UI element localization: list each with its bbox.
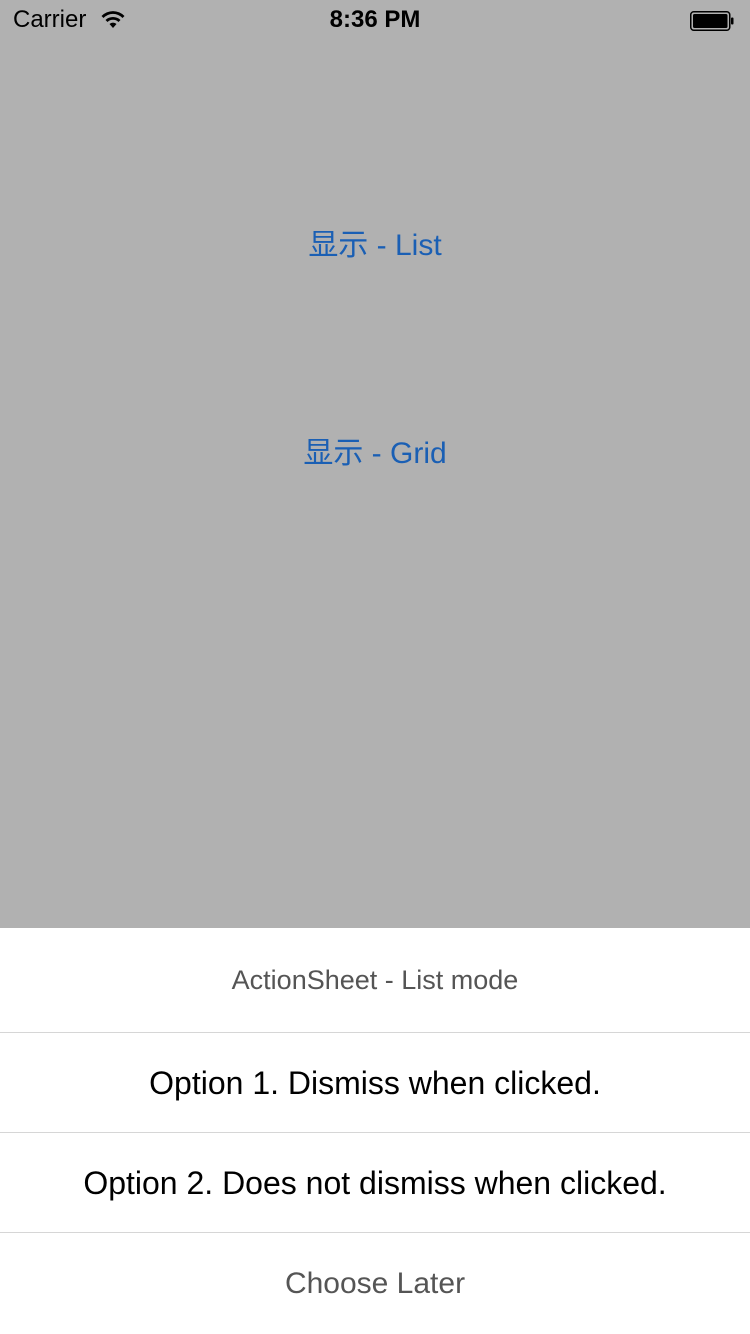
status-bar: Carrier 8:36 PM: [0, 0, 750, 40]
option-2-button[interactable]: Option 2. Does not dismiss when clicked.: [0, 1133, 750, 1233]
choose-later-button[interactable]: Choose Later: [0, 1233, 750, 1334]
status-time: 8:36 PM: [329, 6, 421, 33]
show-grid-button[interactable]: 显示 - Grid: [0, 428, 750, 472]
option-1-button[interactable]: Option 1. Dismiss when clicked.: [0, 1033, 750, 1133]
action-sheet-title: ActionSheet - List mode: [0, 928, 750, 1033]
show-list-button[interactable]: 显示 - List: [0, 220, 750, 264]
screen: Carrier 8:36 PM 显示 - List 显示 - Grid Acti…: [0, 0, 750, 1334]
action-sheet: ActionSheet - List mode Option 1. Dismis…: [0, 928, 750, 1334]
battery-icon: [690, 11, 734, 31]
